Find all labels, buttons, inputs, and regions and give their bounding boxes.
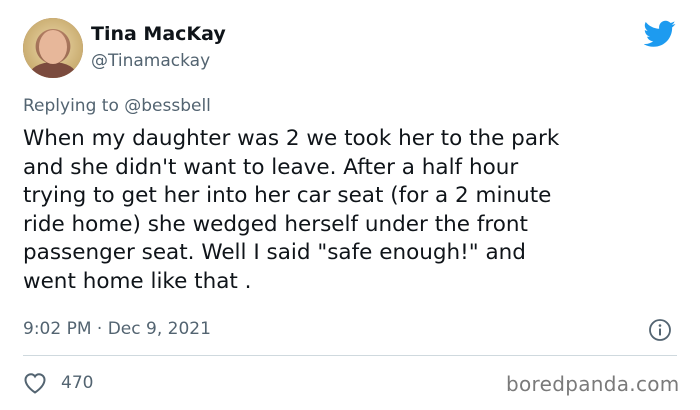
tweet-text: When my daughter was 2 we took her to th… (23, 126, 560, 294)
author-handle[interactable]: @Tinamackay (91, 51, 210, 71)
avatar-face (39, 30, 67, 64)
heart-icon[interactable] (23, 372, 47, 394)
author-display-name[interactable]: Tina MacKay (91, 23, 226, 45)
like-count: 470 (61, 373, 94, 393)
replying-to-line: Replying to @bessbell (23, 96, 211, 116)
twitter-bird-icon (644, 20, 676, 47)
divider (23, 355, 677, 356)
replying-to-mention[interactable]: @bessbell (124, 96, 211, 116)
tweet-timestamp[interactable]: 9:02 PM · Dec 9, 2021 (23, 319, 211, 339)
replying-to-prefix: Replying to (23, 96, 125, 116)
like-button[interactable]: 470 (23, 372, 93, 394)
watermark: boredpanda.com (506, 372, 680, 396)
info-icon[interactable] (648, 318, 672, 342)
avatar[interactable] (23, 18, 83, 78)
